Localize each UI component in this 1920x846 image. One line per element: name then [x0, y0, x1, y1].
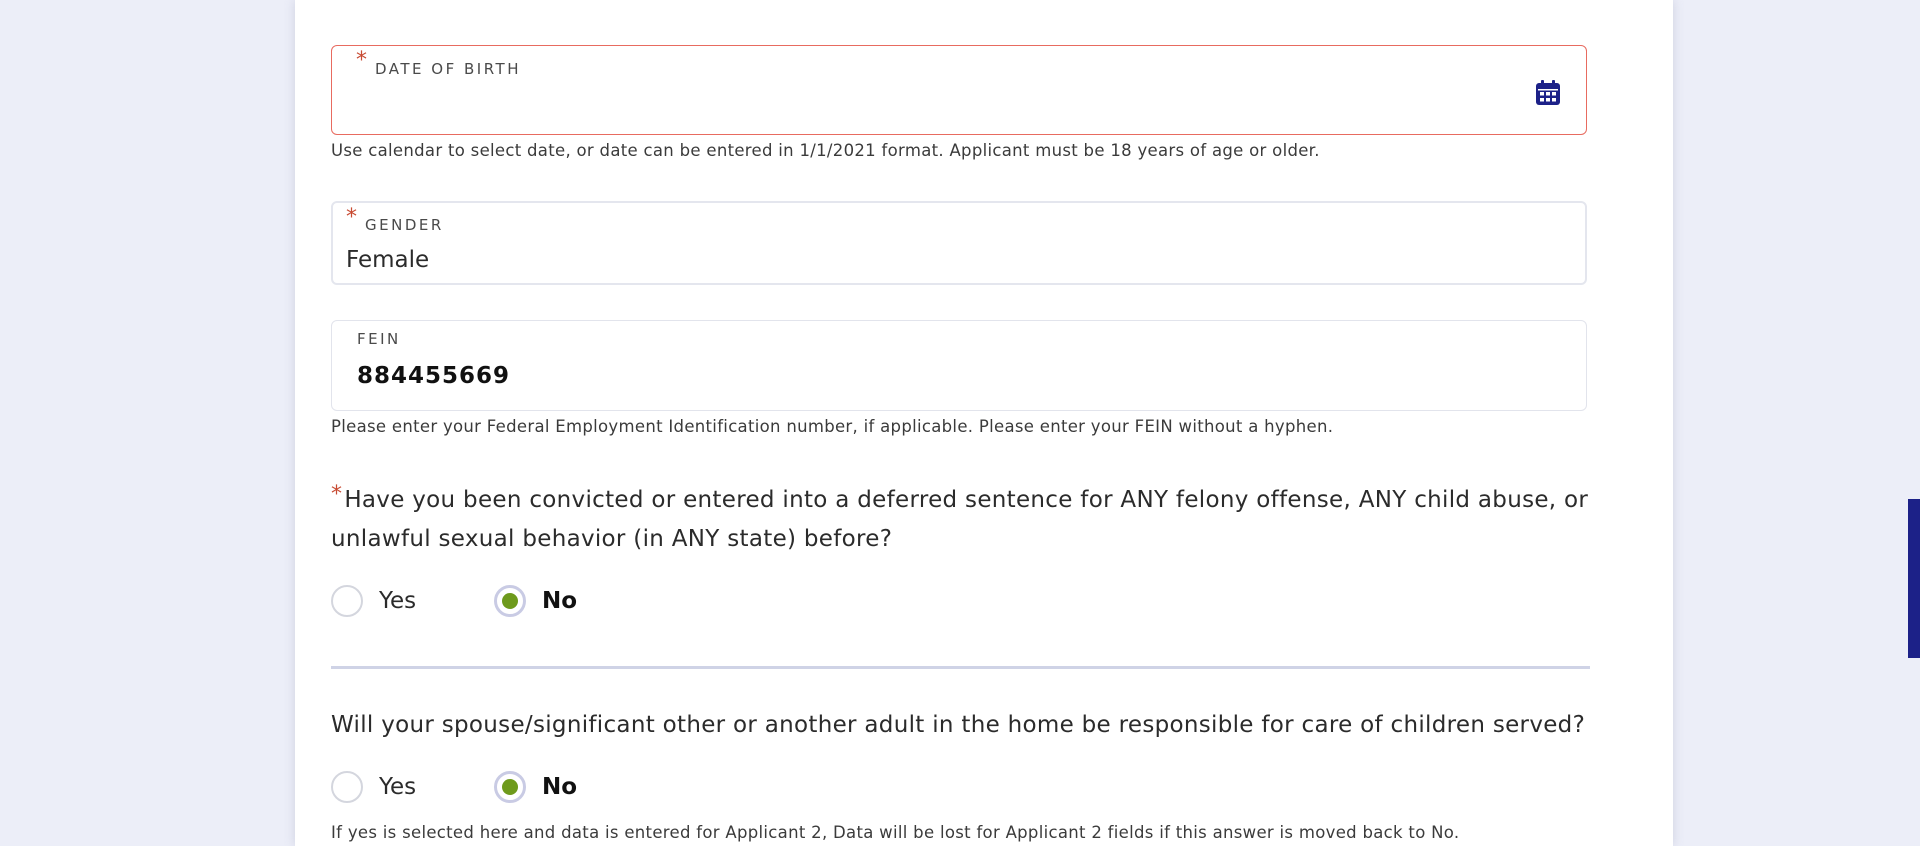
fein-help: Please enter your Federal Employment Ide…	[331, 417, 1334, 436]
scrollbar-thumb[interactable]	[1908, 499, 1920, 658]
calendar-icon[interactable]	[1534, 79, 1562, 107]
gender-label: GENDER	[365, 216, 444, 234]
date-of-birth-field[interactable]: * DATE OF BIRTH	[331, 45, 1587, 135]
date-of-birth-help: Use calendar to select date, or date can…	[331, 141, 1320, 160]
required-marker: *	[356, 48, 367, 73]
gender-field[interactable]: * GENDER Female	[331, 201, 1587, 285]
spouse-no-radio[interactable]	[494, 771, 526, 803]
felony-no-option[interactable]: No	[494, 585, 577, 617]
spouse-yes-radio[interactable]	[331, 771, 363, 803]
spouse-yes-option[interactable]: Yes	[331, 771, 416, 803]
date-of-birth-label: DATE OF BIRTH	[375, 60, 521, 78]
felony-no-radio[interactable]	[494, 585, 526, 617]
felony-yes-option[interactable]: Yes	[331, 585, 416, 617]
felony-yes-radio[interactable]	[331, 585, 363, 617]
spouse-care-help: If yes is selected here and data is ente…	[331, 823, 1460, 842]
gender-value[interactable]: Female	[346, 247, 429, 273]
spouse-no-label[interactable]: No	[542, 774, 577, 800]
required-marker: *	[346, 205, 357, 230]
scrollbar-track[interactable]	[1908, 0, 1920, 846]
felony-yes-label[interactable]: Yes	[379, 588, 416, 614]
fein-input[interactable]: 884455669	[357, 363, 510, 389]
spouse-no-option[interactable]: No	[494, 771, 577, 803]
spouse-care-question: Will your spouse/significant other or an…	[331, 712, 1586, 738]
fein-field[interactable]: FEIN 884455669	[331, 320, 1587, 411]
section-divider	[331, 666, 1590, 669]
required-marker: *	[331, 482, 343, 507]
felony-question-text: Have you been convicted or entered into …	[331, 487, 1589, 552]
spouse-yes-label[interactable]: Yes	[379, 774, 416, 800]
felony-no-label[interactable]: No	[542, 588, 577, 614]
felony-question: *Have you been convicted or entered into…	[331, 481, 1591, 559]
fein-label: FEIN	[357, 330, 401, 348]
